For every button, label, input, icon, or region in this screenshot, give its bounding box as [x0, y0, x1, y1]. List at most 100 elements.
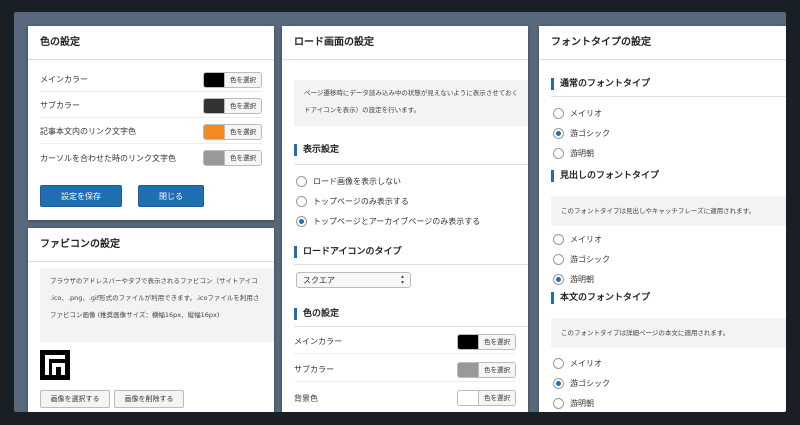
normal-font-meiryo[interactable]: メイリオ [553, 106, 602, 120]
load-main-color-picker[interactable]: 色を選択 [457, 333, 516, 350]
body-font-meiryo[interactable]: メイリオ [553, 356, 602, 370]
picker-label: 色を選択 [478, 391, 515, 405]
color-swatch [204, 72, 224, 87]
row-label: 記事本文内のリンク文字色 [40, 127, 136, 136]
main-color-picker[interactable]: 色を選択 [203, 71, 262, 88]
select-value: スクエア [303, 275, 335, 285]
color-swatch [458, 362, 478, 377]
link-color-picker[interactable]: 色を選択 [203, 123, 262, 140]
picker-label: 色を選択 [224, 98, 261, 113]
radio-label: メイリオ [570, 358, 602, 368]
panel-title: フォントタイプの設定 [539, 26, 786, 60]
color-swatch [204, 124, 224, 139]
radio-button-selected [296, 215, 307, 227]
picker-label: 色を選択 [224, 124, 261, 139]
radio-button [553, 233, 564, 245]
radio-label: 游ゴシック [570, 128, 610, 138]
picker-label: 色を選択 [478, 334, 515, 349]
heading-font-yugothic[interactable]: 游ゴシック [553, 252, 610, 266]
desc-line: ページ遷移時にデータ読み込み中の状態が見えないように表示させておく [304, 89, 519, 97]
favicon-preview [40, 350, 70, 380]
heading-font-meiryo[interactable]: メイリオ [553, 232, 602, 246]
radio-label: 游ゴシック [570, 378, 610, 388]
radio-button [553, 253, 564, 265]
radio-button [296, 195, 307, 207]
radio-label: メイリオ [570, 108, 602, 118]
picker-label: 色を選択 [478, 362, 515, 377]
load-icon-type-select[interactable]: スクエア ▴ ▾ [296, 272, 411, 288]
radio-button [296, 175, 307, 187]
picker-label: 色を選択 [224, 72, 261, 87]
load-description: ページ遷移時にデータ読み込み中の状態が見えないように表示させておく ドアイコンを… [294, 80, 528, 126]
picker-label: 色を選択 [224, 151, 261, 165]
radio-button [553, 397, 564, 409]
load-color-row-main: メインカラー 色を選択 [294, 330, 516, 354]
desc-line: ブラウザのアドレスバーやタブで表示されるファビコン（サイトアイコ [50, 277, 258, 285]
radio-button-selected [553, 377, 564, 389]
row-label: 背景色 [294, 393, 318, 403]
section-title-display: 表示設定 [294, 144, 339, 156]
section-divider [294, 264, 528, 265]
radio-label: ロード画像を表示しない [313, 176, 401, 186]
color-row-main: メインカラー 色を選択 [40, 68, 262, 92]
favicon-description: ブラウザのアドレスバーやタブで表示されるファビコン（サイトアイコ .ico、.p… [40, 268, 274, 342]
load-bg-color-picker[interactable]: 色を選択 [457, 390, 516, 406]
color-swatch [458, 334, 478, 349]
color-swatch [458, 391, 478, 405]
row-label: サブカラー [294, 365, 334, 374]
section-title-normal-font: 通常のフォントタイプ [551, 78, 650, 90]
desc-line: ドアイコンを表示）の設定を行います。 [304, 106, 421, 114]
body-font-yumincho[interactable]: 游明朝 [553, 396, 594, 410]
row-label: サブカラー [40, 101, 80, 110]
radio-label: 游明朝 [570, 274, 594, 284]
color-swatch [204, 151, 224, 165]
radio-button [553, 107, 564, 119]
radio-label: 游明朝 [570, 398, 594, 408]
radio-label: トップページとアーカイブページのみ表示する [313, 216, 481, 226]
heading-font-yumincho[interactable]: 游明朝 [553, 272, 594, 286]
color-row-link: 記事本文内のリンク文字色 色を選択 [40, 120, 262, 144]
section-divider [551, 96, 786, 97]
display-option-none[interactable]: ロード画像を表示しない [296, 174, 401, 188]
normal-font-yugothic[interactable]: 游ゴシック [553, 126, 610, 140]
favicon-settings-panel: ファビコンの設定 ブラウザのアドレスバーやタブで表示されるファビコン（サイトアイ… [28, 228, 274, 412]
load-color-row-sub: サブカラー 色を選択 [294, 358, 516, 382]
heading-font-description: このフォントタイプは見出しやキャッチフレーズに適用されます。 [551, 196, 786, 226]
section-title-heading-font: 見出しのフォントタイプ [551, 170, 659, 182]
hover-color-picker[interactable]: 色を選択 [203, 150, 262, 166]
display-option-top[interactable]: トップページのみ表示する [296, 194, 409, 208]
color-row-hover: カーソルを合わせた時のリンク文字色 色を選択 [40, 146, 262, 170]
radio-label: 游明朝 [570, 148, 594, 158]
radio-label: トップページのみ表示する [313, 196, 409, 206]
section-title-icon-type: ロードアイコンのタイプ [294, 246, 402, 258]
settings-screen: 色の設定 メインカラー 色を選択 サブカラー 色を選択 記事本文内のリンク文字色… [14, 12, 786, 412]
delete-image-button[interactable]: 画像を削除する [114, 390, 184, 408]
sub-color-picker[interactable]: 色を選択 [203, 97, 262, 114]
radio-button [553, 147, 564, 159]
favicon-logo-icon [45, 355, 65, 375]
radio-button-selected [553, 127, 564, 139]
load-screen-settings-panel: ロード画面の設定 ページ遷移時にデータ読み込み中の状態が見えないように表示させて… [282, 26, 528, 412]
section-title-body-font: 本文のフォントタイプ [551, 292, 650, 304]
row-label: カーソルを合わせた時のリンク文字色 [40, 153, 176, 163]
select-arrows-icon: ▴ ▾ [400, 273, 404, 286]
display-option-top-archive[interactable]: トップページとアーカイブページのみ表示する [296, 214, 480, 228]
color-settings-panel: 色の設定 メインカラー 色を選択 サブカラー 色を選択 記事本文内のリンク文字色… [28, 26, 274, 220]
row-label: メインカラー [294, 337, 342, 346]
save-settings-button[interactable]: 設定を保存 [40, 185, 122, 207]
close-button[interactable]: 閉じる [138, 185, 204, 207]
color-swatch [204, 98, 224, 113]
size-note: ファビコン画像 (推奨画像サイズ：横幅16px、縦幅16px) [50, 311, 220, 319]
normal-font-yumincho[interactable]: 游明朝 [553, 146, 594, 160]
load-sub-color-picker[interactable]: 色を選択 [457, 361, 516, 378]
radio-label: メイリオ [570, 234, 602, 244]
font-settings-panel: フォントタイプの設定 通常のフォントタイプ メイリオ 游ゴシック 游明朝 見出し… [539, 26, 786, 412]
section-title-color: 色の設定 [294, 308, 339, 320]
color-row-sub: サブカラー 色を選択 [40, 94, 262, 118]
radio-button [553, 357, 564, 369]
select-image-button[interactable]: 画像を選択する [40, 390, 110, 408]
panel-title: ロード画面の設定 [282, 26, 528, 60]
body-font-yugothic[interactable]: 游ゴシック [553, 376, 610, 390]
radio-label: 游ゴシック [570, 254, 610, 264]
row-label: メインカラー [40, 75, 88, 84]
